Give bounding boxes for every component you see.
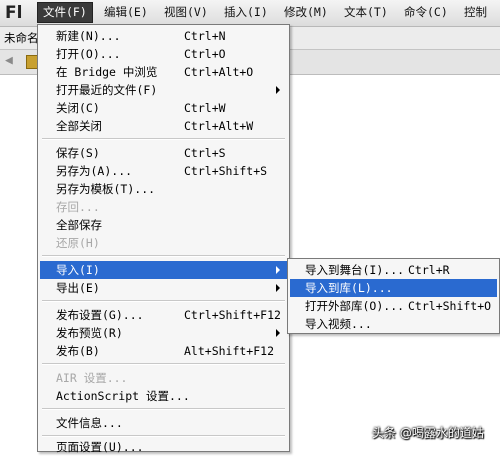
menu-item-open-recent[interactable]: 打开最近的文件(F) (40, 81, 287, 99)
menu-item-label: 打开(O)... (56, 47, 121, 61)
back-arrow-icon[interactable]: ◀ (5, 53, 13, 68)
menu-item-label: 存回... (56, 200, 100, 214)
menu-separator (42, 408, 285, 410)
menu-item-label: 还原(H) (56, 236, 100, 250)
menu-item-shortcut: Ctrl+O (184, 47, 226, 61)
menu-item-label: 导入视频... (305, 317, 372, 331)
menu-item-label: 发布预览(R) (56, 326, 123, 340)
menu-bar: Fl 文件(F) 编辑(E) 视图(V) 插入(I) 修改(M) 文本(T) 命… (0, 0, 500, 27)
import-submenu: 导入到舞台(I)... Ctrl+R 导入到库(L)... 打开外部库(O)..… (287, 258, 500, 334)
menu-separator (42, 138, 285, 140)
menu-item-label: 导入(I) (56, 263, 100, 277)
menu-item-label: 打开最近的文件(F) (56, 83, 158, 97)
menu-item-label: 在 Bridge 中浏览 (56, 65, 158, 79)
menu-item-check-in[interactable]: 存回... (40, 198, 287, 216)
menu-item-label: 导入到舞台(I)... (305, 263, 405, 277)
menu-item-shortcut: Ctrl+Alt+O (184, 65, 254, 79)
menu-item-publish-preview[interactable]: 发布预览(R) (40, 324, 287, 342)
menu-item-actionscript-settings[interactable]: ActionScript 设置... (40, 387, 287, 405)
menu-separator (42, 435, 285, 437)
menu-item-export[interactable]: 导出(E) (40, 279, 287, 297)
menu-item-save[interactable]: 保存(S) Ctrl+S (40, 144, 287, 162)
menu-item-label: 另存为模板(T)... (56, 182, 156, 196)
menu-item-label: 另存为(A)... (56, 164, 133, 178)
menu-item-label: 发布设置(G)... (56, 308, 144, 322)
menu-modify[interactable]: 修改(M) (279, 3, 333, 22)
submenu-item-import-to-stage[interactable]: 导入到舞台(I)... Ctrl+R (290, 261, 497, 279)
menu-item-close-all[interactable]: 全部关闭 Ctrl+Alt+W (40, 117, 287, 135)
menu-separator (42, 300, 285, 302)
menu-item-shortcut: Ctrl+S (184, 146, 226, 160)
menu-item-shortcut: Ctrl+W (184, 101, 226, 115)
menu-item-air-settings[interactable]: AIR 设置... (40, 369, 287, 387)
watermark: 头条 @喝露水的道姑 (372, 426, 484, 440)
menu-item-save-as-template[interactable]: 另存为模板(T)... (40, 180, 287, 198)
file-menu-dropdown: 新建(N)... Ctrl+N 打开(O)... Ctrl+O 在 Bridge… (37, 24, 290, 454)
menu-item-shortcut: Ctrl+N (184, 29, 226, 43)
submenu-arrow-icon (276, 266, 280, 274)
menu-item-page-setup[interactable]: 页面设置(U)... (40, 438, 287, 456)
menu-item-browse-in-bridge[interactable]: 在 Bridge 中浏览 Ctrl+Alt+O (40, 63, 287, 81)
menu-item-open[interactable]: 打开(O)... Ctrl+O (40, 45, 287, 63)
menu-item-file-info[interactable]: 文件信息... (40, 414, 287, 432)
menu-item-publish-settings[interactable]: 发布设置(G)... Ctrl+Shift+F12 (40, 306, 287, 324)
submenu-arrow-icon (276, 329, 280, 337)
submenu-item-import-video[interactable]: 导入视频... (290, 315, 497, 333)
menu-item-revert[interactable]: 还原(H) (40, 234, 287, 252)
menu-text[interactable]: 文本(T) (339, 3, 393, 22)
document-tab[interactable]: 未命名 (4, 30, 39, 46)
menu-item-publish[interactable]: 发布(B) Alt+Shift+F12 (40, 342, 287, 360)
menu-item-save-as[interactable]: 另存为(A)... Ctrl+Shift+S (40, 162, 287, 180)
menu-item-label: 文件信息... (56, 416, 123, 430)
menu-item-new[interactable]: 新建(N)... Ctrl+N (40, 27, 287, 45)
menu-edit[interactable]: 编辑(E) (99, 3, 153, 22)
menu-separator (42, 255, 285, 257)
menu-item-label: 保存(S) (56, 146, 100, 160)
menu-item-label: 页面设置(U)... (56, 440, 144, 454)
menu-separator (42, 363, 285, 365)
menu-item-label: ActionScript 设置... (56, 389, 190, 403)
submenu-item-import-to-library[interactable]: 导入到库(L)... (290, 279, 497, 297)
menu-view[interactable]: 视图(V) (159, 3, 213, 22)
menu-item-shortcut: Ctrl+Alt+W (184, 119, 254, 133)
menu-item-save-all[interactable]: 全部保存 (40, 216, 287, 234)
menu-item-label: 全部保存 (56, 218, 102, 232)
menu-item-shortcut: Ctrl+Shift+S (184, 164, 268, 178)
menu-item-label: 全部关闭 (56, 119, 102, 133)
menu-item-close[interactable]: 关闭(C) Ctrl+W (40, 99, 287, 117)
menu-commands[interactable]: 命令(C) (399, 3, 453, 22)
menu-item-shortcut: Ctrl+Shift+F12 (184, 308, 281, 322)
menu-item-shortcut: Ctrl+Shift+O (408, 299, 492, 313)
menu-insert[interactable]: 插入(I) (219, 3, 273, 22)
menu-control[interactable]: 控制 (459, 3, 492, 22)
menu-item-label: 关闭(C) (56, 101, 100, 115)
menu-item-label: 导出(E) (56, 281, 100, 295)
menu-item-shortcut: Alt+Shift+F12 (184, 344, 275, 358)
menu-item-label: 导入到库(L)... (305, 281, 393, 295)
menu-item-label: AIR 设置... (56, 371, 128, 385)
submenu-arrow-icon (276, 284, 280, 292)
menu-item-label: 打开外部库(O)... (305, 299, 405, 313)
menu-item-label: 发布(B) (56, 344, 100, 358)
flash-logo: Fl (5, 3, 23, 23)
menu-item-label: 新建(N)... (56, 29, 121, 43)
submenu-item-open-external-library[interactable]: 打开外部库(O)... Ctrl+Shift+O (290, 297, 497, 315)
menu-item-shortcut: Ctrl+R (408, 263, 450, 277)
submenu-arrow-icon (276, 86, 280, 94)
menu-file[interactable]: 文件(F) (37, 2, 93, 23)
menu-item-import[interactable]: 导入(I) (40, 261, 287, 279)
